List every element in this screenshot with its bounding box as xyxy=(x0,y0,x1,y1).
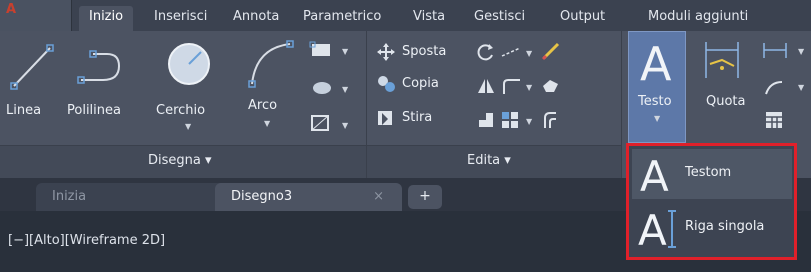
svg-text:▼: ▼ xyxy=(526,83,533,92)
tab-moduli-aggiunti[interactable]: Moduli aggiunti xyxy=(648,6,748,31)
chevron-down-icon: ▼ xyxy=(654,114,661,123)
move-icon xyxy=(377,43,395,61)
dimension-icon xyxy=(705,42,739,78)
close-icon[interactable]: × xyxy=(373,189,384,204)
svg-text:A: A xyxy=(640,152,669,197)
text-a-icon: A xyxy=(640,37,672,90)
hatch-tool-icon[interactable]: ▼ xyxy=(308,78,352,98)
svg-text:▼: ▼ xyxy=(526,117,533,126)
chevron-down-icon: ▼ xyxy=(264,119,271,128)
menu-item-label: Riga singola xyxy=(685,219,765,234)
menu-item-riga-singola[interactable]: A Riga singola xyxy=(632,203,792,253)
tab-parametrico[interactable]: Parametrico xyxy=(303,6,381,31)
array-icon[interactable]: ▼ xyxy=(500,110,536,130)
rectangle-tool-icon[interactable]: ▼ xyxy=(308,40,352,60)
testo-button[interactable]: A Testo ▼ xyxy=(628,31,686,143)
svg-text:▼: ▼ xyxy=(526,49,533,58)
svg-text:▼: ▼ xyxy=(342,47,349,56)
svg-text:▼: ▼ xyxy=(798,47,805,56)
rotate-icon[interactable] xyxy=(476,42,496,62)
single-line-text-icon: A xyxy=(638,206,676,253)
polyline-icon xyxy=(77,50,121,84)
copy-icon xyxy=(378,76,395,92)
ribbon-tab-bar: A Inizio Inserisci Annota Parametrico Vi… xyxy=(0,0,811,31)
arco-label: Arco xyxy=(248,98,278,113)
document-tab-label: Inizia xyxy=(52,189,87,204)
polilinea-label: Polilinea xyxy=(67,103,121,118)
add-tab-button[interactable]: + xyxy=(408,185,442,209)
arc-icon xyxy=(248,40,294,88)
tab-output[interactable]: Output xyxy=(560,6,605,31)
svg-text:▼: ▼ xyxy=(342,85,349,94)
explode-icon[interactable] xyxy=(540,76,562,96)
region-tool-icon[interactable]: ▼ xyxy=(308,112,352,134)
application-menu-button[interactable]: A xyxy=(0,0,72,31)
scale-icon[interactable] xyxy=(476,110,496,130)
table-icon[interactable] xyxy=(764,110,786,132)
sposta-label: Sposta xyxy=(402,44,447,59)
multiline-text-icon: A xyxy=(640,152,669,197)
svg-text:A: A xyxy=(638,206,667,253)
leader-icon[interactable]: ▼ xyxy=(762,76,810,98)
disegna-panel-title[interactable]: Disegna ▾ xyxy=(148,153,212,168)
edita-panel-title[interactable]: Edita ▾ xyxy=(467,153,511,168)
svg-text:A: A xyxy=(640,37,672,90)
copia-label: Copia xyxy=(402,76,439,91)
erase-icon[interactable] xyxy=(540,40,564,62)
document-tab-inizia[interactable]: Inizia xyxy=(36,183,226,211)
cerchio-label: Cerchio xyxy=(156,103,206,118)
tab-annota[interactable]: Annota xyxy=(233,6,279,31)
trim-icon[interactable]: ▼ xyxy=(500,42,536,62)
chevron-down-icon: ▼ xyxy=(185,122,192,131)
linear-dimension-icon[interactable]: ▼ xyxy=(762,40,810,62)
offset-icon[interactable] xyxy=(540,110,562,130)
tab-inizio[interactable]: Inizio xyxy=(79,6,134,31)
testo-label: Testo xyxy=(638,94,672,109)
line-icon xyxy=(10,44,54,90)
tab-vista[interactable]: Vista xyxy=(413,6,445,31)
svg-text:▼: ▼ xyxy=(342,121,349,130)
menu-item-label: Testom xyxy=(685,165,732,180)
fillet-icon[interactable]: ▼ xyxy=(500,76,536,96)
stretch-icon xyxy=(378,111,392,125)
text-dropdown-menu: A Testom A Riga singola xyxy=(626,143,797,260)
viewport-controls-label[interactable]: [−][Alto][Wireframe 2D] xyxy=(8,233,165,248)
mirror-icon[interactable] xyxy=(476,76,496,96)
tab-gestisci[interactable]: Gestisci xyxy=(474,6,525,31)
app-logo: A xyxy=(6,2,17,17)
quota-label: Quota xyxy=(706,94,746,109)
linea-label: Linea xyxy=(6,103,42,118)
panel-divider xyxy=(621,31,622,178)
document-tab-label: Disegno3 xyxy=(231,189,293,204)
menu-item-testom[interactable]: A Testom xyxy=(632,149,792,199)
document-tab-disegno3[interactable]: Disegno3 × xyxy=(215,183,402,211)
stira-label: Stira xyxy=(402,110,433,125)
svg-text:▼: ▼ xyxy=(798,83,805,92)
tab-inserisci[interactable]: Inserisci xyxy=(154,6,207,31)
circle-icon xyxy=(168,43,210,85)
panel-divider xyxy=(366,31,367,178)
